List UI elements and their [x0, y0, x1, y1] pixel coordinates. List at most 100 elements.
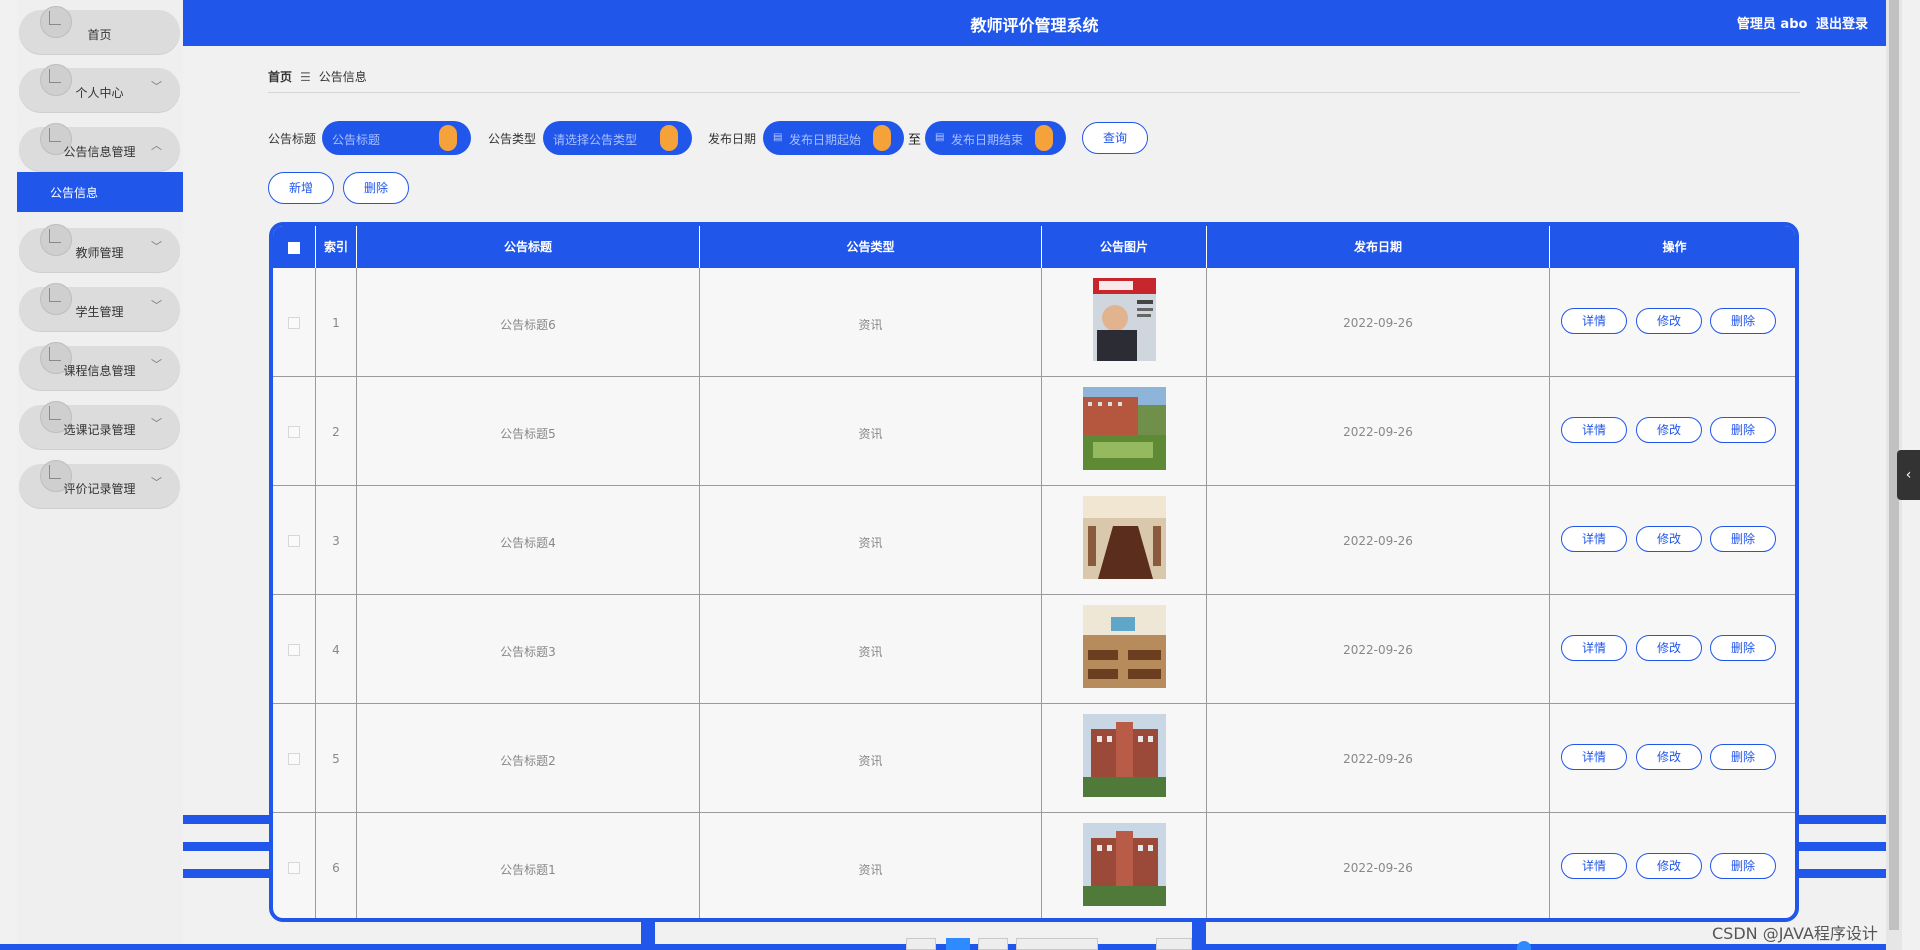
- column-header: 操作: [1662, 240, 1687, 254]
- query-button[interactable]: 查询: [1082, 122, 1148, 154]
- library-hall-image: [1083, 605, 1166, 688]
- decor-stripe: [183, 869, 283, 878]
- edit-button[interactable]: 修改: [1636, 417, 1702, 443]
- type-cell: 资讯: [700, 486, 1042, 594]
- row-select-cell: [273, 268, 316, 376]
- date-cell: 2022-09-26: [1207, 268, 1550, 376]
- sidebar-item-student-management[interactable]: 学生管理 ﹀: [19, 283, 180, 331]
- sidebar-item-course-management[interactable]: 课程信息管理 ﹀: [19, 342, 180, 390]
- edit-button[interactable]: 修改: [1636, 526, 1702, 552]
- row-checkbox[interactable]: [288, 317, 300, 329]
- image-cell: [1042, 813, 1207, 918]
- edit-button[interactable]: 修改: [1636, 853, 1702, 879]
- date-end-input[interactable]: ▤ 发布日期结束: [925, 121, 1066, 155]
- calendar-icon: ▤: [935, 132, 945, 143]
- add-button[interactable]: 新增: [268, 172, 334, 204]
- title-cell: 公告标题1: [357, 813, 700, 918]
- index-cell: 1: [316, 268, 357, 376]
- column-header: 公告标题: [357, 226, 700, 268]
- search-bar: 公告标题 公告标题 公告类型 请选择公告类型 发布日期 ▤ 发布日期起始 至 ▤…: [0, 121, 1920, 155]
- bottom-decor-bar: [0, 944, 1886, 950]
- table-row: 2 公告标题5 资讯 2022-09-26 详情 修改 删除: [273, 377, 1795, 486]
- input-knob-icon: [660, 125, 678, 151]
- breadcrumb-divider: [268, 92, 1800, 93]
- logout-link[interactable]: 退出登录: [1816, 17, 1868, 32]
- type-cell: 资讯: [700, 704, 1042, 812]
- table-row: 1 公告标题6 资讯 2022-09-26 详情 修改 删除: [273, 268, 1795, 377]
- pagination-size-select[interactable]: [1016, 938, 1098, 950]
- title-cell: 公告标题2: [357, 704, 700, 812]
- row-checkbox[interactable]: [288, 535, 300, 547]
- breadcrumb: 首页 ☰ 公告信息: [268, 68, 367, 85]
- image-cell: [1042, 595, 1207, 703]
- delete-button[interactable]: 删除: [1710, 635, 1776, 661]
- date-start-placeholder: 发布日期起始: [789, 133, 862, 147]
- bottom-decor-tab: [1192, 922, 1206, 950]
- chevron-down-icon: ﹀: [151, 417, 162, 430]
- table-row: 6 公告标题1 资讯 2022-09-26 详情 修改 删除: [273, 813, 1795, 918]
- delete-button[interactable]: 删除: [1710, 744, 1776, 770]
- date-cell: 2022-09-26: [1207, 486, 1550, 594]
- detail-button[interactable]: 详情: [1561, 744, 1627, 770]
- sidebar-subitem-label: 公告信息: [50, 186, 99, 200]
- bottom-decor-tab: [641, 922, 655, 950]
- conference-room-image: [1083, 496, 1166, 579]
- pagination-page-button[interactable]: [946, 938, 970, 950]
- sidebar-item-personal-center[interactable]: 个人中心 ﹀: [19, 64, 180, 112]
- batch-delete-button[interactable]: 删除: [343, 172, 409, 204]
- pagination-next-button[interactable]: [978, 938, 1008, 950]
- sidebar-subitem-notice-info[interactable]: 公告信息: [17, 172, 183, 212]
- detail-button[interactable]: 详情: [1561, 853, 1627, 879]
- date-start-input[interactable]: ▤ 发布日期起始: [763, 121, 904, 155]
- row-select-cell: [273, 486, 316, 594]
- delete-button[interactable]: 删除: [1710, 417, 1776, 443]
- detail-button[interactable]: 详情: [1561, 526, 1627, 552]
- image-cell: [1042, 268, 1207, 376]
- delete-button[interactable]: 删除: [1710, 853, 1776, 879]
- breadcrumb-home[interactable]: 首页: [268, 70, 292, 84]
- index-cell: 5: [316, 704, 357, 812]
- pagination-jump-input[interactable]: [1156, 938, 1192, 950]
- image-cell: [1042, 486, 1207, 594]
- sidebar-item-enrollment-management[interactable]: 选课记录管理 ﹀: [19, 401, 180, 449]
- date-end-placeholder: 发布日期结束: [951, 133, 1024, 147]
- edit-button[interactable]: 修改: [1636, 308, 1702, 334]
- sidebar-item-teacher-management[interactable]: 教师管理 ﹀: [19, 224, 180, 272]
- type-cell: 资讯: [700, 813, 1042, 918]
- top-header: 教师评价管理系统 管理员 abo 退出登录: [183, 0, 1886, 46]
- input-knob-icon: [1035, 125, 1053, 151]
- row-checkbox[interactable]: [288, 644, 300, 656]
- type-select[interactable]: 请选择公告类型: [543, 121, 692, 155]
- pagination-prev-button[interactable]: [906, 938, 936, 950]
- campus-building-image: [1083, 387, 1166, 470]
- sidebar-item-evaluation-management[interactable]: 评价记录管理 ﹀: [19, 460, 180, 508]
- decor-stripe: [1790, 842, 1886, 851]
- slider-handle[interactable]: [1517, 941, 1531, 950]
- title-search-input[interactable]: 公告标题: [322, 121, 471, 155]
- title-cell: 公告标题6: [357, 268, 700, 376]
- sidebar-item-home[interactable]: 首页: [19, 6, 180, 54]
- sidebar-item-label: 首页: [87, 28, 112, 42]
- user-label: 管理员 abo: [1736, 17, 1808, 32]
- detail-button[interactable]: 详情: [1561, 635, 1627, 661]
- breadcrumb-separator-icon: ☰: [300, 70, 311, 84]
- actions-cell: 详情 修改 删除: [1550, 377, 1795, 485]
- date-cell: 2022-09-26: [1207, 704, 1550, 812]
- index-cell: 4: [316, 595, 357, 703]
- chevron-left-icon[interactable]: ‹: [1897, 450, 1920, 500]
- chevron-down-icon: ﹀: [151, 240, 162, 253]
- row-checkbox[interactable]: [288, 862, 300, 874]
- row-checkbox[interactable]: [288, 753, 300, 765]
- detail-button[interactable]: 详情: [1561, 308, 1627, 334]
- select-all-checkbox[interactable]: [273, 226, 316, 268]
- row-select-cell: [273, 813, 316, 918]
- title-cell: 公告标题3: [357, 595, 700, 703]
- edit-button[interactable]: 修改: [1636, 635, 1702, 661]
- delete-button[interactable]: 删除: [1710, 308, 1776, 334]
- row-checkbox[interactable]: [288, 426, 300, 438]
- delete-button[interactable]: 删除: [1710, 526, 1776, 552]
- table-header: 索引 公告标题 公告类型 公告图片 发布日期 操作: [273, 226, 1795, 268]
- date-range-separator: 至: [908, 133, 922, 148]
- edit-button[interactable]: 修改: [1636, 744, 1702, 770]
- detail-button[interactable]: 详情: [1561, 417, 1627, 443]
